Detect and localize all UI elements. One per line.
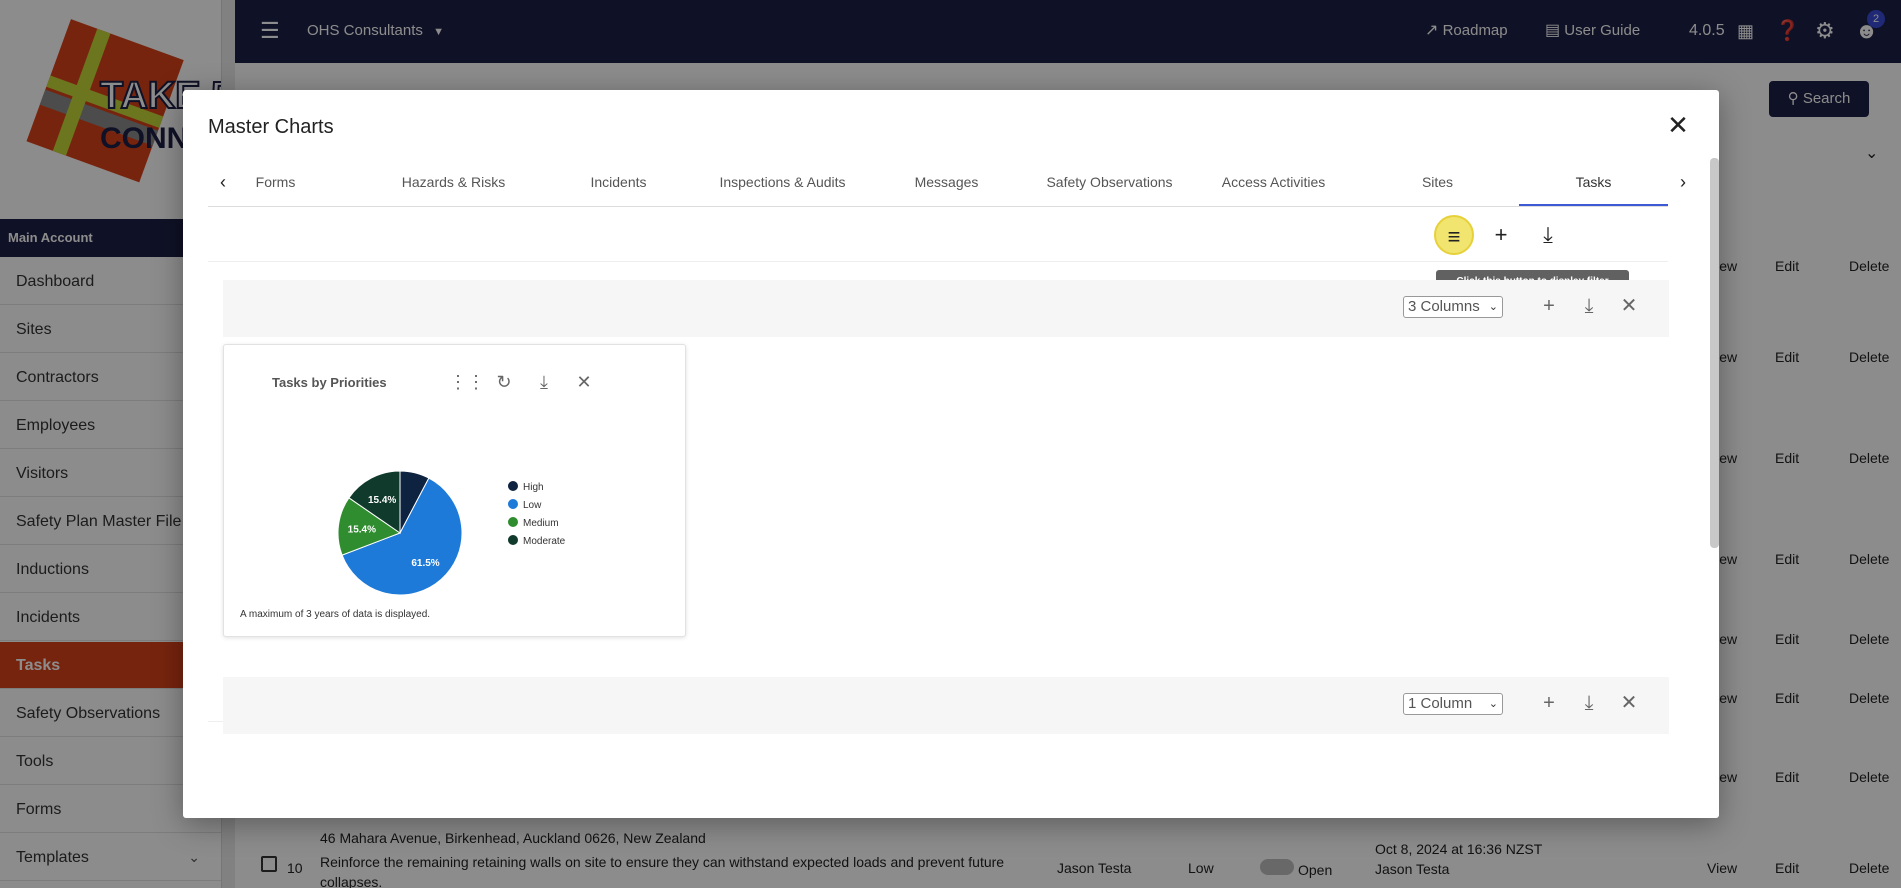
tab-inspections-audits[interactable]: Inspections & Audits	[700, 158, 865, 206]
refresh-icon[interactable]: ↻	[489, 367, 519, 397]
tab-access-activities[interactable]: Access Activities	[1191, 158, 1356, 206]
legend-label[interactable]: High	[523, 482, 544, 493]
legend-label[interactable]: Moderate	[523, 536, 566, 547]
tab-messages[interactable]: Messages	[864, 158, 1029, 206]
pie-data-label: 15.4%	[348, 524, 376, 535]
columns-select-value: 1 Column	[1408, 695, 1473, 712]
columns-select-value: 3 Columns	[1408, 298, 1480, 315]
legend-swatch	[508, 481, 518, 491]
chart-tabs: ‹ Forms Hazards & Risks Incidents Inspec…	[208, 158, 1668, 207]
pie-data-label: 15.4%	[368, 495, 396, 506]
legend-swatch	[508, 499, 518, 509]
download-icon[interactable]: ⤓	[1528, 215, 1568, 255]
drag-handle-icon[interactable]: ⋮⋮	[449, 367, 485, 397]
add-icon[interactable]: +	[1536, 690, 1562, 716]
tab-hazards-risks[interactable]: Hazards & Risks	[371, 158, 536, 206]
legend-swatch	[508, 517, 518, 527]
legend-swatch	[508, 535, 518, 545]
close-icon[interactable]: ✕	[1616, 293, 1642, 319]
tab-tasks[interactable]: Tasks	[1519, 158, 1668, 206]
chart-row-header: 1 Column ⌄ + ⤓ ✕	[223, 677, 1669, 734]
chart-card: Tasks by Priorities ⋮⋮ ↻ ⤓ ✕ 61.5% 15.4% 1…	[223, 344, 686, 637]
download-icon[interactable]: ⤓	[529, 367, 559, 397]
tab-incidents[interactable]: Incidents	[536, 158, 701, 206]
chart-footer-note: A maximum of 3 years of data is displaye…	[240, 609, 431, 620]
caret-down-icon: ⌄	[1488, 698, 1498, 710]
pie-chart: 61.5% 15.4% 15.4% High Low Medium Moderate	[337, 470, 566, 596]
close-icon[interactable]: ✕	[1616, 690, 1642, 716]
chevron-left-icon[interactable]: ‹	[208, 158, 238, 206]
dialog-title: Master Charts	[208, 116, 334, 138]
chart-title: Tasks by Priorities	[272, 375, 387, 390]
chart-row-header: 3 Columns ⌄ + ⤓ ✕	[223, 280, 1669, 337]
chevron-right-icon[interactable]: ›	[1668, 158, 1698, 206]
download-icon[interactable]: ⤓	[1576, 293, 1602, 319]
caret-down-icon: ⌄	[1488, 301, 1498, 313]
filter-icon[interactable]: ≡	[1434, 215, 1474, 255]
tab-forms[interactable]: Forms	[238, 158, 313, 206]
tab-sites[interactable]: Sites	[1355, 158, 1520, 206]
add-icon[interactable]: +	[1481, 215, 1521, 255]
download-icon[interactable]: ⤓	[1576, 690, 1602, 716]
master-charts-dialog: Master Charts ✕ ‹ Forms Hazards & Risks …	[183, 90, 1719, 818]
legend-label[interactable]: Medium	[523, 518, 559, 529]
legend-label[interactable]: Low	[523, 500, 542, 511]
pie-data-label: 61.5%	[411, 558, 439, 569]
charts-toolbar: ≡ + ⤓	[208, 210, 1668, 262]
add-icon[interactable]: +	[1536, 293, 1562, 319]
modal-scrollbar[interactable]	[1710, 158, 1719, 548]
columns-select[interactable]: 3 Columns ⌄	[1403, 296, 1503, 318]
close-icon[interactable]: ✕	[1663, 110, 1693, 140]
close-icon[interactable]: ✕	[569, 367, 599, 397]
columns-select[interactable]: 1 Column ⌄	[1403, 693, 1503, 715]
tab-safety-observations[interactable]: Safety Observations	[1027, 158, 1192, 206]
